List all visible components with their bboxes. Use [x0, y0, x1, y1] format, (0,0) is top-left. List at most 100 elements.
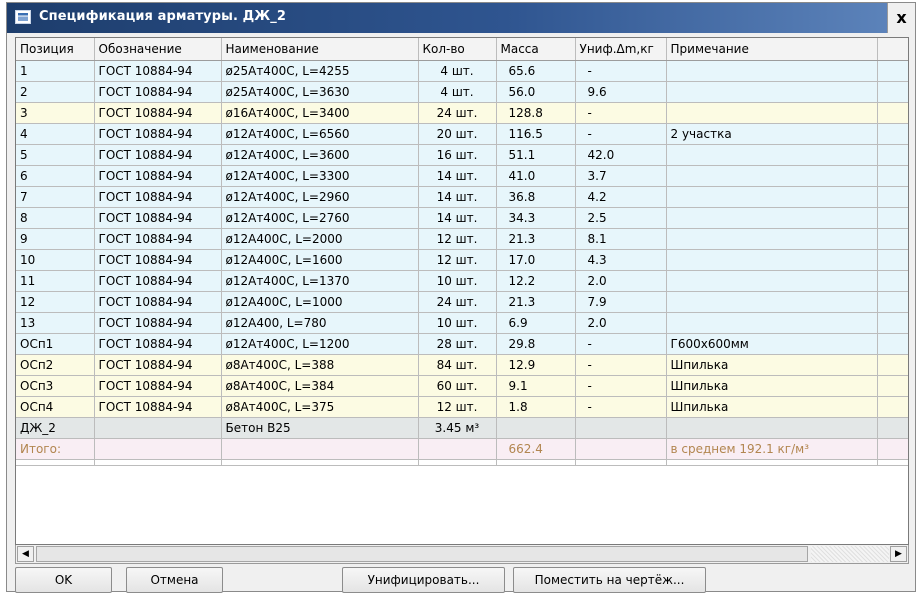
cell-name[interactable]: ø12A400C, L=1600 [221, 249, 419, 271]
col-header-unif[interactable]: Униф.Δm,кг [575, 38, 667, 61]
cell-note[interactable] [666, 186, 878, 208]
table-row[interactable]: ОСп3 ГОСТ 10884-94 ø8Aт400C, L=384 60 шт. 9.… [16, 375, 908, 397]
table-row[interactable]: ОСп2 ГОСТ 10884-94 ø8Aт400C, L=388 84 шт. 12… [16, 354, 908, 376]
cell-quantity[interactable]: 24 шт. [418, 291, 497, 313]
cell-mass[interactable]: 12.9 [496, 354, 576, 376]
cell-note[interactable] [666, 102, 878, 124]
cell-mass[interactable]: 21.3 [496, 228, 576, 250]
cell-quantity[interactable]: 14 шт. [418, 165, 497, 187]
table-row[interactable]: 8 ГОСТ 10884-94 ø12Aт400C, L=2760 14 шт. 34.… [16, 207, 908, 229]
cell-mass[interactable]: 12.2 [496, 270, 576, 292]
cell-quantity[interactable]: 60 шт. [418, 375, 497, 397]
cell-unif[interactable]: 8.1 [575, 228, 667, 250]
close-button[interactable]: x [887, 3, 915, 33]
cell-designation[interactable]: ГОСТ 10884-94 [94, 249, 222, 271]
col-header-designation[interactable]: Обозначение [94, 38, 222, 61]
title-bar[interactable]: Спецификация арматуры. ДЖ_2 x [7, 3, 915, 33]
cell-position[interactable]: 6 [16, 165, 95, 187]
cell-name[interactable]: ø12Aт400C, L=3300 [221, 165, 419, 187]
cell-quantity[interactable]: 10 шт. [418, 270, 497, 292]
cell-quantity[interactable]: 24 шт. [418, 102, 497, 124]
table-row[interactable]: 7 ГОСТ 10884-94 ø12Aт400C, L=2960 14 шт. 36.… [16, 186, 908, 208]
cell-note[interactable] [666, 291, 878, 313]
table-row[interactable]: ОСп4 ГОСТ 10884-94 ø8Aт400C, L=375 12 шт. 1.… [16, 396, 908, 418]
cell-unif[interactable]: - [575, 354, 667, 376]
cell-unif[interactable]: 42.0 [575, 144, 667, 166]
cancel-button[interactable]: Отмена [126, 567, 223, 593]
cell-position[interactable]: 7 [16, 186, 95, 208]
place-on-drawing-button[interactable]: Поместить на чертёж... [513, 567, 706, 593]
cell-position[interactable]: ОСп3 [16, 375, 95, 397]
cell-position[interactable]: 5 [16, 144, 95, 166]
cell-note[interactable] [666, 228, 878, 250]
scroll-left-icon[interactable]: ◀ [17, 546, 34, 562]
table-row[interactable]: 5 ГОСТ 10884-94 ø12Aт400C, L=3600 16 шт. 51.… [16, 144, 908, 166]
cell-position[interactable]: 2 [16, 81, 95, 103]
cell-name[interactable]: ø12A400, L=780 [221, 312, 419, 334]
col-header-mass[interactable]: Масса [496, 38, 576, 61]
cell-position[interactable]: 1 [16, 60, 95, 82]
cell-position[interactable]: 10 [16, 249, 95, 271]
scroll-thumb[interactable] [36, 546, 808, 562]
cell-note[interactable] [666, 249, 878, 271]
cell-quantity[interactable] [418, 438, 497, 460]
cell-note[interactable] [666, 270, 878, 292]
cell-quantity[interactable]: 3.45 м³ [418, 417, 497, 439]
cell-unif[interactable]: - [575, 102, 667, 124]
cell-position[interactable]: 12 [16, 291, 95, 313]
cell-designation[interactable]: ГОСТ 10884-94 [94, 144, 222, 166]
cell-mass[interactable]: 21.3 [496, 291, 576, 313]
cell-mass[interactable]: 17.0 [496, 249, 576, 271]
cell-designation[interactable]: ГОСТ 10884-94 [94, 207, 222, 229]
cell-mass[interactable]: 29.8 [496, 333, 576, 355]
col-header-name[interactable]: Наименование [221, 38, 419, 61]
col-header-quantity[interactable]: Кол-во [418, 38, 497, 61]
cell-unif[interactable]: 4.2 [575, 186, 667, 208]
cell-position[interactable]: 9 [16, 228, 95, 250]
table-row[interactable]: 4 ГОСТ 10884-94 ø12Aт400C, L=6560 20 шт. 116… [16, 123, 908, 145]
table-row[interactable]: 2 ГОСТ 10884-94 ø25Aт400C, L=3630 4 шт. 56.0… [16, 81, 908, 103]
table-row[interactable]: 12 ГОСТ 10884-94 ø12A400C, L=1000 24 шт. 21.… [16, 291, 908, 313]
cell-name[interactable]: ø16Aт400C, L=3400 [221, 102, 419, 124]
cell-designation[interactable]: ГОСТ 10884-94 [94, 333, 222, 355]
col-header-note[interactable]: Примечание [666, 38, 878, 61]
cell-note[interactable] [666, 417, 878, 439]
spec-grid[interactable]: Позиция Обозначение Наименование Кол-во … [15, 37, 909, 545]
cell-mass[interactable]: 51.1 [496, 144, 576, 166]
cell-mass[interactable]: 9.1 [496, 375, 576, 397]
cell-quantity[interactable]: 4 шт. [418, 60, 497, 82]
horizontal-scrollbar[interactable]: ◀ ▶ [15, 545, 909, 564]
cell-mass[interactable]: 128.8 [496, 102, 576, 124]
cell-quantity[interactable]: 4 шт. [418, 81, 497, 103]
cell-name[interactable]: ø12Aт400C, L=2960 [221, 186, 419, 208]
table-row[interactable]: ОСп1 ГОСТ 10884-94 ø12Aт400C, L=1200 28 шт.… [16, 333, 908, 355]
cell-unif[interactable]: 2.0 [575, 312, 667, 334]
cell-note[interactable] [666, 165, 878, 187]
cell-note[interactable]: 2 участка [666, 123, 878, 145]
cell-unif[interactable]: - [575, 396, 667, 418]
cell-note[interactable]: Г600x600мм [666, 333, 878, 355]
cell-mass[interactable]: 65.6 [496, 60, 576, 82]
cell-note[interactable] [666, 144, 878, 166]
cell-quantity[interactable]: 16 шт. [418, 144, 497, 166]
cell-name[interactable]: ø12A400C, L=2000 [221, 228, 419, 250]
cell-designation[interactable]: ГОСТ 10884-94 [94, 186, 222, 208]
cell-unif[interactable]: 2.0 [575, 270, 667, 292]
cell-quantity[interactable]: 14 шт. [418, 207, 497, 229]
cell-unif[interactable]: 9.6 [575, 81, 667, 103]
table-row[interactable]: 13 ГОСТ 10884-94 ø12A400, L=780 10 шт. 6.9 2.… [16, 312, 908, 334]
unify-button[interactable]: Унифицировать... [342, 567, 505, 593]
cell-designation[interactable]: ГОСТ 10884-94 [94, 291, 222, 313]
cell-quantity[interactable]: 12 шт. [418, 228, 497, 250]
table-row[interactable]: 10 ГОСТ 10884-94 ø12A400C, L=1600 12 шт. 17.… [16, 249, 908, 271]
cell-note[interactable] [666, 81, 878, 103]
cell-name[interactable] [221, 438, 419, 460]
scroll-right-icon[interactable]: ▶ [890, 546, 907, 562]
cell-mass[interactable]: 662.4 [496, 438, 576, 460]
cell-designation[interactable] [94, 438, 222, 460]
cell-position[interactable]: Итого: [16, 438, 95, 460]
cell-quantity[interactable]: 10 шт. [418, 312, 497, 334]
cell-designation[interactable]: ГОСТ 10884-94 [94, 102, 222, 124]
cell-mass[interactable]: 6.9 [496, 312, 576, 334]
cell-unif[interactable]: 7.9 [575, 291, 667, 313]
